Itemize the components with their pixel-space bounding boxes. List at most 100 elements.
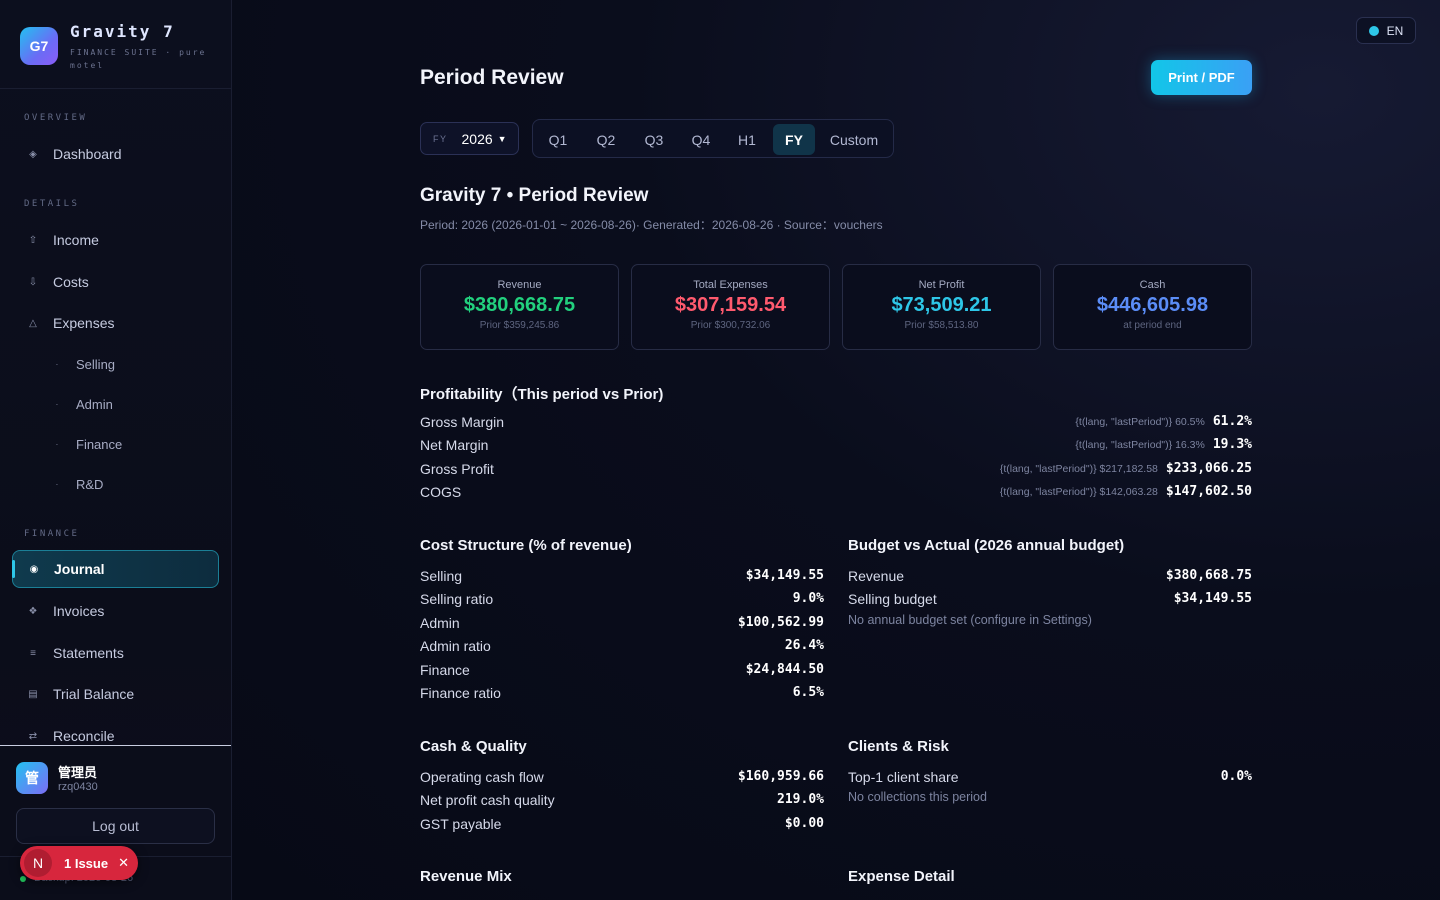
section-cash-quality: Cash & Quality <box>420 738 527 755</box>
fy-year-value: 2026 <box>461 130 493 147</box>
row-label: Selling ratio <box>420 591 494 607</box>
swap-icon: ⇄ <box>28 730 38 742</box>
tab-q2[interactable]: Q2 <box>588 124 624 155</box>
user-id: rzq0430 <box>58 781 98 793</box>
budget-note: No annual budget set (configure in Setti… <box>848 613 1092 627</box>
kpi-label: Total Expenses <box>693 279 768 291</box>
sidebar-item-label: Journal <box>54 561 105 577</box>
sidebar-item-admin[interactable]: · Admin <box>12 385 219 423</box>
kpi-prior: Prior $300,732.06 <box>690 320 771 331</box>
kpi-value: $446,605.98 <box>1096 294 1209 316</box>
row-value: 6.5% <box>792 685 824 700</box>
table-row: Selling budget $34,149.55 <box>848 591 1252 609</box>
table-row: Selling $34,149.55 <box>420 568 824 586</box>
section-cost-structure: Cost Structure (% of revenue) <box>420 537 632 554</box>
table-row: Operating cash flow $160,959.66 <box>420 769 824 787</box>
brand[interactable]: G7 Gravity 7 FINANCE SUITE · pure motel <box>20 22 210 72</box>
main-content: EN Period Review Print / PDF FY 2026 ▼ Q… <box>232 0 1440 900</box>
row-value: $147,602.50 <box>1165 484 1252 499</box>
sidebar-item-costs[interactable]: ⇩ Costs <box>12 263 219 301</box>
close-icon[interactable]: ✕ <box>118 855 129 871</box>
row-label: Operating cash flow <box>420 769 544 785</box>
row-value: 19.3% <box>1212 437 1252 452</box>
sidebar-item-label: Expenses <box>53 315 115 331</box>
sidebar: G7 Gravity 7 FINANCE SUITE · pure motel … <box>0 0 232 900</box>
row-prior: {t(lang, "lastPeriod")} $142,063.28 <box>999 486 1158 498</box>
row-label: Admin <box>420 615 460 631</box>
sidebar-item-invoices[interactable]: ❖ Invoices <box>12 592 219 630</box>
table-row: Gross Profit {t(lang, "lastPeriod")} $21… <box>420 461 1252 479</box>
issue-count: 1 Issue <box>64 855 109 871</box>
chevron-down-icon: ▼ <box>497 133 507 144</box>
period-tabs: Q1 Q2 Q3 Q4 H1 FY Custom <box>532 119 894 158</box>
tab-h1[interactable]: H1 <box>730 124 764 155</box>
list-icon: ≡ <box>30 647 36 659</box>
table-row: Selling ratio 9.0% <box>420 591 824 609</box>
brand-subtitle: FINANCE SUITE · pure motel <box>70 48 207 70</box>
fiscal-year-select[interactable]: FY 2026 ▼ <box>420 122 519 155</box>
row-value: $100,562.99 <box>737 615 824 630</box>
row-label: Finance ratio <box>420 685 501 701</box>
next-logo-icon: N <box>24 849 52 877</box>
table-row: Revenue $380,668.75 <box>848 568 1252 586</box>
table-row: Net Margin {t(lang, "lastPeriod")} 16.3%… <box>420 437 1252 455</box>
sidebar-item-journal[interactable]: ◉ Journal <box>12 550 219 588</box>
sidebar-item-label: Trial Balance <box>53 686 135 702</box>
sidebar-item-label: Reconcile <box>53 728 115 744</box>
row-label: Admin ratio <box>420 638 491 654</box>
row-value: $24,844.50 <box>745 662 824 677</box>
kpi-label: Cash <box>1139 279 1166 291</box>
row-label: Selling budget <box>848 591 937 607</box>
sidebar-item-statements[interactable]: ≡ Statements <box>12 634 219 672</box>
kpi-prior: at period end <box>1123 320 1182 331</box>
row-value: $233,066.25 <box>1165 461 1252 476</box>
row-value: $0.00 <box>784 816 824 831</box>
sidebar-item-rnd[interactable]: · R&D <box>12 465 219 503</box>
table-row: Finance $24,844.50 <box>420 662 824 680</box>
kpi-net-profit: Net Profit $73,509.21 Prior $58,513.80 <box>842 264 1041 350</box>
sidebar-item-dashboard[interactable]: ◈ Dashboard <box>12 135 219 173</box>
sidebar-item-label: Admin <box>76 396 113 412</box>
print-pdf-button[interactable]: Print / PDF <box>1151 60 1252 95</box>
row-prior: {t(lang, "lastPeriod")} $217,182.58 <box>999 463 1158 475</box>
row-label: COGS <box>420 484 462 500</box>
section-expense-detail: Expense Detail <box>848 868 955 885</box>
row-value: $160,959.66 <box>737 769 824 784</box>
avatar[interactable]: 管 <box>16 762 48 794</box>
dot-icon: · <box>55 479 59 489</box>
kpi-prior: Prior $359,245.86 <box>479 320 560 331</box>
row-label: Revenue <box>848 568 905 584</box>
kpi-label: Net Profit <box>918 279 965 291</box>
section-overview: OVERVIEW <box>24 113 88 123</box>
tab-q4[interactable]: Q4 <box>683 124 719 155</box>
sidebar-item-trial-balance[interactable]: ▤ Trial Balance <box>12 675 219 713</box>
kpi-total-expenses: Total Expenses $307,159.54 Prior $300,73… <box>631 264 830 350</box>
kpi-value: $307,159.54 <box>674 294 787 316</box>
sidebar-item-selling[interactable]: · Selling <box>12 345 219 383</box>
sidebar-item-label: R&D <box>76 476 104 492</box>
divider <box>0 88 231 89</box>
section-revenue-mix: Revenue Mix <box>420 868 512 885</box>
tab-q3[interactable]: Q3 <box>636 124 672 155</box>
logout-button[interactable]: Log out <box>16 808 215 844</box>
table-icon: ▤ <box>28 688 38 700</box>
row-prior: {t(lang, "lastPeriod")} 60.5% <box>1075 416 1205 428</box>
section-budget: Budget vs Actual (2026 annual budget) <box>848 537 1125 554</box>
tab-fy[interactable]: FY <box>773 124 815 155</box>
sidebar-item-finance-expenses[interactable]: · Finance <box>12 425 219 463</box>
user-name: 管理员 <box>58 765 98 780</box>
sidebar-item-expenses[interactable]: △ Expenses <box>12 304 219 342</box>
tab-custom[interactable]: Custom <box>823 124 885 155</box>
globe-icon <box>1368 25 1379 36</box>
language-button[interactable]: EN <box>1356 17 1416 44</box>
issue-badge[interactable]: N 1 Issue ✕ <box>20 846 138 880</box>
sidebar-item-label: Finance <box>76 436 123 452</box>
sidebar-item-label: Statements <box>53 645 124 661</box>
tab-q1[interactable]: Q1 <box>541 124 575 155</box>
language-label: EN <box>1386 23 1404 38</box>
row-value: 61.2% <box>1212 414 1252 429</box>
record-icon: ◉ <box>29 563 39 575</box>
sidebar-item-label: Selling <box>76 356 116 372</box>
sidebar-item-income[interactable]: ⇧ Income <box>12 221 219 259</box>
table-row: Net profit cash quality 219.0% <box>420 792 824 810</box>
